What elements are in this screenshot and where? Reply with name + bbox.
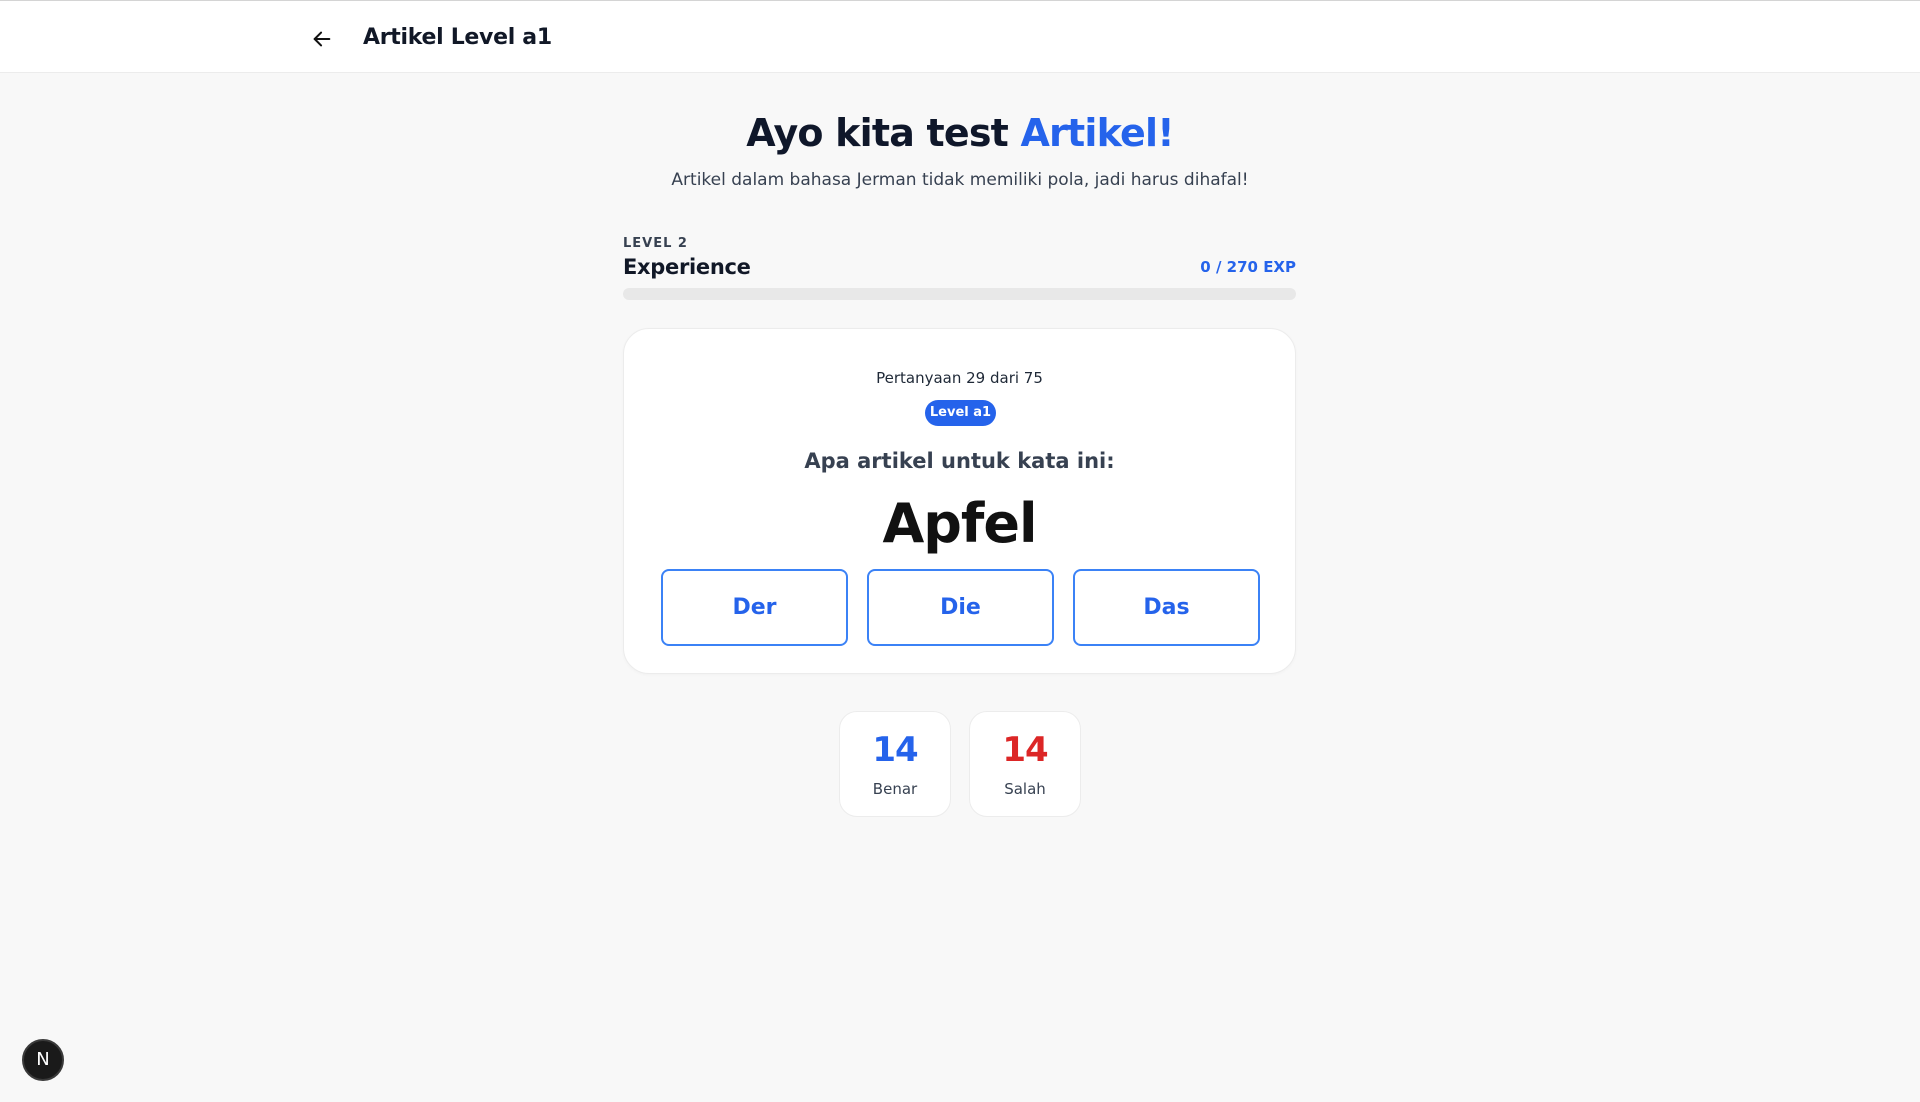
correct-count-card: 14 Benar: [839, 711, 951, 817]
wrong-label: Salah: [1004, 780, 1046, 798]
back-button[interactable]: [306, 23, 338, 55]
experience-progress-bar: [623, 288, 1296, 300]
hero-title: Ayo kita test Artikel!: [0, 108, 1920, 158]
hero-subtitle: Artikel dalam bahasa Jerman tidak memili…: [671, 170, 1249, 190]
experience-label: Experience: [623, 255, 751, 279]
hero-title-prefix: Ayo kita test: [746, 111, 1021, 155]
option-die-button[interactable]: Die: [867, 569, 1054, 646]
wrong-count-card: 14 Salah: [969, 711, 1081, 817]
correct-count: 14: [872, 730, 918, 770]
correct-label: Benar: [872, 780, 918, 798]
level-label: LEVEL 2: [623, 236, 688, 251]
wrong-count: 14: [1002, 730, 1048, 770]
option-der-button[interactable]: Der: [661, 569, 848, 646]
hero-title-accent: Artikel!: [1020, 111, 1174, 155]
question-text: Apa artikel untuk kata ini:: [804, 449, 1115, 473]
quiz-word: Apfel: [882, 492, 1037, 555]
question-counter: Pertanyaan 29 dari 75: [876, 369, 1043, 387]
option-das-button[interactable]: Das: [1073, 569, 1260, 646]
page-title: Artikel Level a1: [363, 25, 552, 50]
dev-tools-badge[interactable]: N: [22, 1039, 64, 1081]
top-bar: Artikel Level a1: [0, 0, 1920, 73]
level-badge: Level a1: [925, 400, 996, 426]
quiz-card: Pertanyaan 29 dari 75 Level a1 Apa artik…: [623, 328, 1296, 674]
arrow-left-icon: [313, 31, 331, 47]
experience-value: 0 / 270 EXP: [1200, 258, 1296, 276]
